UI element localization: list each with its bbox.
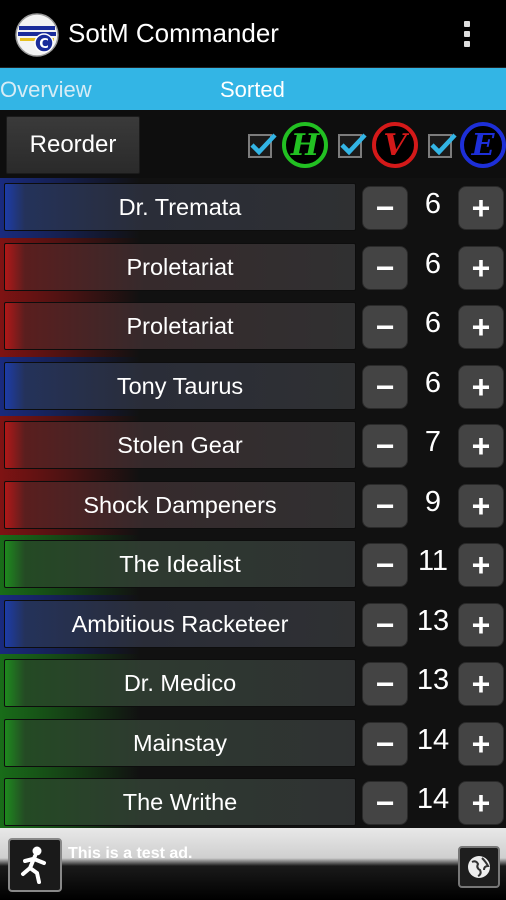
increment-button[interactable]: + <box>458 186 504 230</box>
card-name-button[interactable]: Shock Dampeners <box>4 480 356 529</box>
card-name-button[interactable]: Stolen Gear <box>4 421 356 469</box>
count-value: 9 <box>424 485 442 518</box>
decrement-button[interactable]: − <box>362 781 408 825</box>
decrement-button[interactable]: − <box>362 424 408 468</box>
svg-text:C: C <box>39 37 49 52</box>
count-value: 14 <box>416 723 450 756</box>
tab-sorted[interactable]: Sorted <box>220 77 285 103</box>
decrement-button[interactable]: − <box>362 364 408 409</box>
increment-button[interactable]: + <box>458 305 504 349</box>
increment-button[interactable]: + <box>458 245 504 290</box>
card-name-button[interactable]: Mainstay <box>4 718 356 767</box>
decrement-button[interactable]: − <box>362 245 408 290</box>
list-item: Dr. Tremata − 6 + <box>0 178 506 238</box>
list-item: Shock Dampeners − 9 + <box>0 475 506 535</box>
count-value: 14 <box>416 783 450 815</box>
decrement-button[interactable]: − <box>362 602 408 647</box>
environment-badge-icon: E <box>460 122 506 168</box>
app-title: SotM Commander <box>68 18 279 48</box>
decrement-button[interactable]: − <box>362 483 408 528</box>
decrement-button[interactable]: − <box>362 186 408 230</box>
count-value: 6 <box>424 188 442 220</box>
increment-button[interactable]: + <box>458 602 504 647</box>
list-item: Proletariat − 6 + <box>0 297 506 357</box>
sotm-logo-icon[interactable]: C <box>14 12 60 58</box>
increment-button[interactable]: + <box>458 543 504 587</box>
count-value: 13 <box>416 664 450 696</box>
increment-button[interactable]: + <box>458 424 504 468</box>
card-name-button[interactable]: The Idealist <box>4 540 356 588</box>
decrement-button[interactable]: − <box>362 305 408 349</box>
villain-checkbox[interactable] <box>338 133 367 158</box>
list-item: The Writhe − 14 + <box>0 773 506 833</box>
count-value: 7 <box>424 426 442 458</box>
list-item: Dr. Medico − 13 + <box>0 654 506 714</box>
decrement-button[interactable]: − <box>362 543 408 587</box>
environment-checkbox[interactable] <box>428 133 457 158</box>
increment-button[interactable]: + <box>458 483 504 528</box>
overflow-menu-icon[interactable] <box>458 18 476 52</box>
card-name-button[interactable]: Ambitious Racketeer <box>4 599 356 648</box>
card-name-button[interactable]: The Writhe <box>4 778 356 826</box>
ad-text: This is a test ad. <box>68 845 193 862</box>
filter-row: Reorder H V E <box>0 110 506 180</box>
list-item: Stolen Gear − 7 + <box>0 416 506 476</box>
count-value: 13 <box>416 604 450 637</box>
card-name-button[interactable]: Proletariat <box>4 302 356 350</box>
hero-badge-icon: H <box>282 122 328 168</box>
count-value: 6 <box>424 247 442 280</box>
decrement-button[interactable]: − <box>362 662 408 706</box>
card-list: Dr. Tremata − 6 + Proletariat − 6 + Prol… <box>0 178 506 833</box>
count-value: 11 <box>417 545 449 577</box>
card-name-button[interactable]: Dr. Tremata <box>4 183 356 231</box>
running-man-icon[interactable] <box>8 838 62 892</box>
tab-overview[interactable]: Overview <box>0 77 92 103</box>
count-value: 6 <box>424 366 442 399</box>
hero-checkbox[interactable] <box>248 133 277 158</box>
list-item: Mainstay − 14 + <box>0 713 506 773</box>
increment-button[interactable]: + <box>458 364 504 409</box>
increment-button[interactable]: + <box>458 721 504 766</box>
action-bar: C SotM Commander <box>0 0 506 68</box>
list-item: Ambitious Racketeer − 13 + <box>0 594 506 654</box>
decrement-button[interactable]: − <box>362 721 408 766</box>
list-item: The Idealist − 11 + <box>0 535 506 595</box>
card-name-button[interactable]: Dr. Medico <box>4 659 356 707</box>
increment-button[interactable]: + <box>458 781 504 825</box>
list-item: Proletariat − 6 + <box>0 237 506 297</box>
reorder-button[interactable]: Reorder <box>6 116 140 174</box>
globe-icon[interactable] <box>458 846 500 888</box>
ad-banner[interactable]: This is a test ad. <box>0 828 506 900</box>
count-value: 6 <box>424 307 442 339</box>
villain-badge-icon: V <box>372 122 418 168</box>
tab-bar: Overview Sorted <box>0 68 506 110</box>
increment-button[interactable]: + <box>458 662 504 706</box>
card-name-button[interactable]: Proletariat <box>4 242 356 291</box>
list-item: Tony Taurus − 6 + <box>0 356 506 416</box>
card-name-button[interactable]: Tony Taurus <box>4 361 356 410</box>
